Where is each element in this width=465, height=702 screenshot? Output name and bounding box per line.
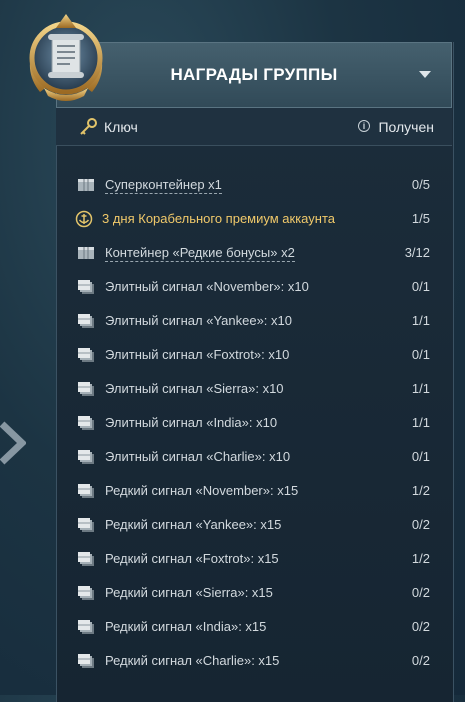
reward-name: Редкий сигнал «Foxtrot»: x15 — [105, 551, 279, 566]
signal-flag-icon — [78, 552, 94, 566]
signal-flag-icon — [78, 314, 94, 328]
list-item[interactable]: Суперконтейнер x1 0/5 — [56, 168, 452, 202]
reward-name: Суперконтейнер x1 — [105, 177, 222, 194]
list-item[interactable]: Элитный сигнал «Sierra»: x10 1/1 — [56, 372, 452, 406]
list-item[interactable]: Элитный сигнал «India»: x10 1/1 — [56, 406, 452, 440]
list-item[interactable]: Элитный сигнал «November»: x10 0/1 — [56, 270, 452, 304]
reward-count: 0/1 — [411, 449, 430, 464]
signal-flag-icon — [78, 280, 94, 294]
signal-flag-icon — [78, 382, 94, 396]
panel-title: НАГРАДЫ ГРУППЫ — [170, 65, 338, 84]
signal-flag-icon — [78, 654, 94, 668]
key-icon — [80, 118, 97, 135]
signal-flag-icon — [78, 518, 94, 532]
reward-count: 3/12 — [404, 245, 430, 260]
received-label: Получен — [378, 119, 434, 135]
reward-name: Элитный сигнал «November»: x10 — [105, 279, 309, 294]
list-item[interactable]: Редкий сигнал «November»: x15 1/2 — [56, 474, 452, 508]
reward-name: Редкий сигнал «Charlie»: x15 — [105, 653, 280, 668]
reward-name: 3 дня Корабельного премиум аккаунта — [102, 211, 335, 226]
signal-flag-icon — [78, 416, 94, 430]
list-item[interactable]: Элитный сигнал «Charlie»: x10 0/1 — [56, 440, 452, 474]
list-item[interactable]: Элитный сигнал «Yankee»: x10 1/1 — [56, 304, 452, 338]
group-rewards-emblem-icon — [29, 14, 103, 101]
list-item[interactable]: 3 дня Корабельного премиум аккаунта 1/5 — [56, 202, 452, 236]
container-icon — [78, 179, 94, 191]
list-item[interactable]: Контейнер «Редкие бонусы» x2 3/12 — [56, 236, 452, 270]
container-icon — [78, 247, 94, 259]
reward-name: Элитный сигнал «Foxtrot»: x10 — [105, 347, 290, 362]
reward-count: 1/2 — [411, 483, 430, 498]
reward-count: 0/2 — [411, 585, 430, 600]
reward-count: 0/1 — [411, 279, 430, 294]
reward-count: 1/5 — [411, 211, 430, 226]
reward-count: 1/1 — [411, 415, 430, 430]
reward-name: Элитный сигнал «Sierra»: x10 — [105, 381, 284, 396]
reward-name: Редкий сигнал «India»: x15 — [105, 619, 267, 634]
list-item[interactable]: Редкий сигнал «Charlie»: x15 0/2 — [56, 644, 452, 678]
reward-name: Редкий сигнал «Yankee»: x15 — [105, 517, 282, 532]
reward-count: 0/1 — [411, 347, 430, 362]
signal-flag-icon — [78, 348, 94, 362]
list-item[interactable]: Редкий сигнал «Foxtrot»: x15 1/2 — [56, 542, 452, 576]
reward-count: 1/1 — [411, 313, 430, 328]
reward-name: Редкий сигнал «November»: x15 — [105, 483, 299, 498]
premium-anchor-icon — [75, 210, 93, 228]
panel-header[interactable]: НАГРАДЫ ГРУППЫ — [56, 42, 452, 108]
rewards-list: Суперконтейнер x1 0/5 3 дня Корабельного… — [56, 168, 452, 678]
list-item[interactable]: Редкий сигнал «Yankee»: x15 0/2 — [56, 508, 452, 542]
reward-name: Элитный сигнал «India»: x10 — [105, 415, 278, 430]
reward-name: Контейнер «Редкие бонусы» x2 — [105, 245, 295, 262]
signal-flag-icon — [78, 620, 94, 634]
reward-name: Редкий сигнал «Sierra»: x15 — [105, 585, 273, 600]
signal-flag-icon — [78, 450, 94, 464]
signal-flag-icon — [78, 484, 94, 498]
list-item[interactable]: Редкий сигнал «Sierra»: x15 0/2 — [56, 576, 452, 610]
reward-name: Элитный сигнал «Yankee»: x10 — [105, 313, 292, 328]
left-chevron-icon[interactable] — [0, 420, 26, 466]
reward-count: 0/5 — [411, 177, 430, 192]
reward-count: 0/2 — [411, 653, 430, 668]
reward-count: 0/2 — [411, 517, 430, 532]
reward-name: Элитный сигнал «Charlie»: x10 — [105, 449, 291, 464]
chevron-down-icon[interactable] — [419, 71, 431, 78]
legend-bar: Ключ i Получен — [56, 108, 452, 146]
reward-count: 1/1 — [411, 381, 430, 396]
info-icon: i — [358, 120, 370, 132]
signal-flag-icon — [78, 586, 94, 600]
key-label: Ключ — [104, 119, 138, 135]
reward-count: 1/2 — [411, 551, 430, 566]
list-item[interactable]: Элитный сигнал «Foxtrot»: x10 0/1 — [56, 338, 452, 372]
list-item[interactable]: Редкий сигнал «India»: x15 0/2 — [56, 610, 452, 644]
reward-count: 0/2 — [411, 619, 430, 634]
